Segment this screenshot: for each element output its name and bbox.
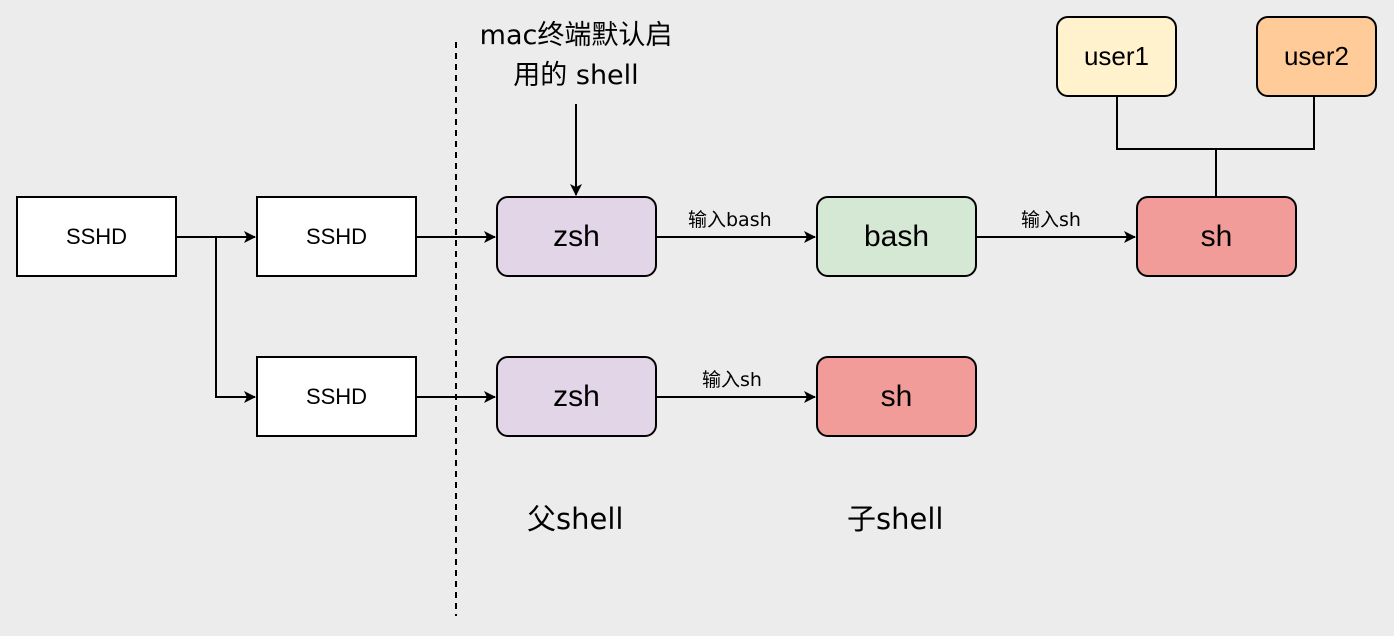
annotation-line-2: 用的 shell [513, 60, 639, 91]
annotation-default-shell: mac终端默认启 用的 shell [456, 16, 696, 96]
user2-node: user2 [1256, 16, 1377, 97]
zsh-a-node: zsh [496, 196, 657, 277]
sshd-a-node: SSHD [256, 196, 417, 277]
annotation-line-1: mac终端默认启 [479, 20, 673, 51]
edge-label-zsh-to-sh: 输入sh [700, 365, 764, 392]
caption-parent-shell: 父shell [527, 502, 624, 536]
user1-node: user1 [1056, 16, 1177, 97]
users-bracket [1116, 97, 1315, 150]
connectors-layer [177, 42, 1315, 616]
sh-b-node: sh [816, 356, 977, 437]
sshd-b-node: SSHD [256, 356, 417, 437]
sh-a-node: sh [1136, 196, 1297, 277]
diagram-canvas: SSHD SSHD SSHD zsh bash sh zsh sh user1 … [0, 0, 1394, 636]
zsh-b-node: zsh [496, 356, 657, 437]
sshd-root-node: SSHD [16, 196, 177, 277]
edge-label-bash-to-sh: 输入sh [1019, 205, 1083, 232]
caption-child-shell: 子shell [847, 502, 944, 536]
edge-label-zsh-to-bash: 输入bash [686, 205, 774, 232]
bash-node: bash [816, 196, 977, 277]
edge-sshd-root-to-sshd-b [215, 237, 256, 403]
